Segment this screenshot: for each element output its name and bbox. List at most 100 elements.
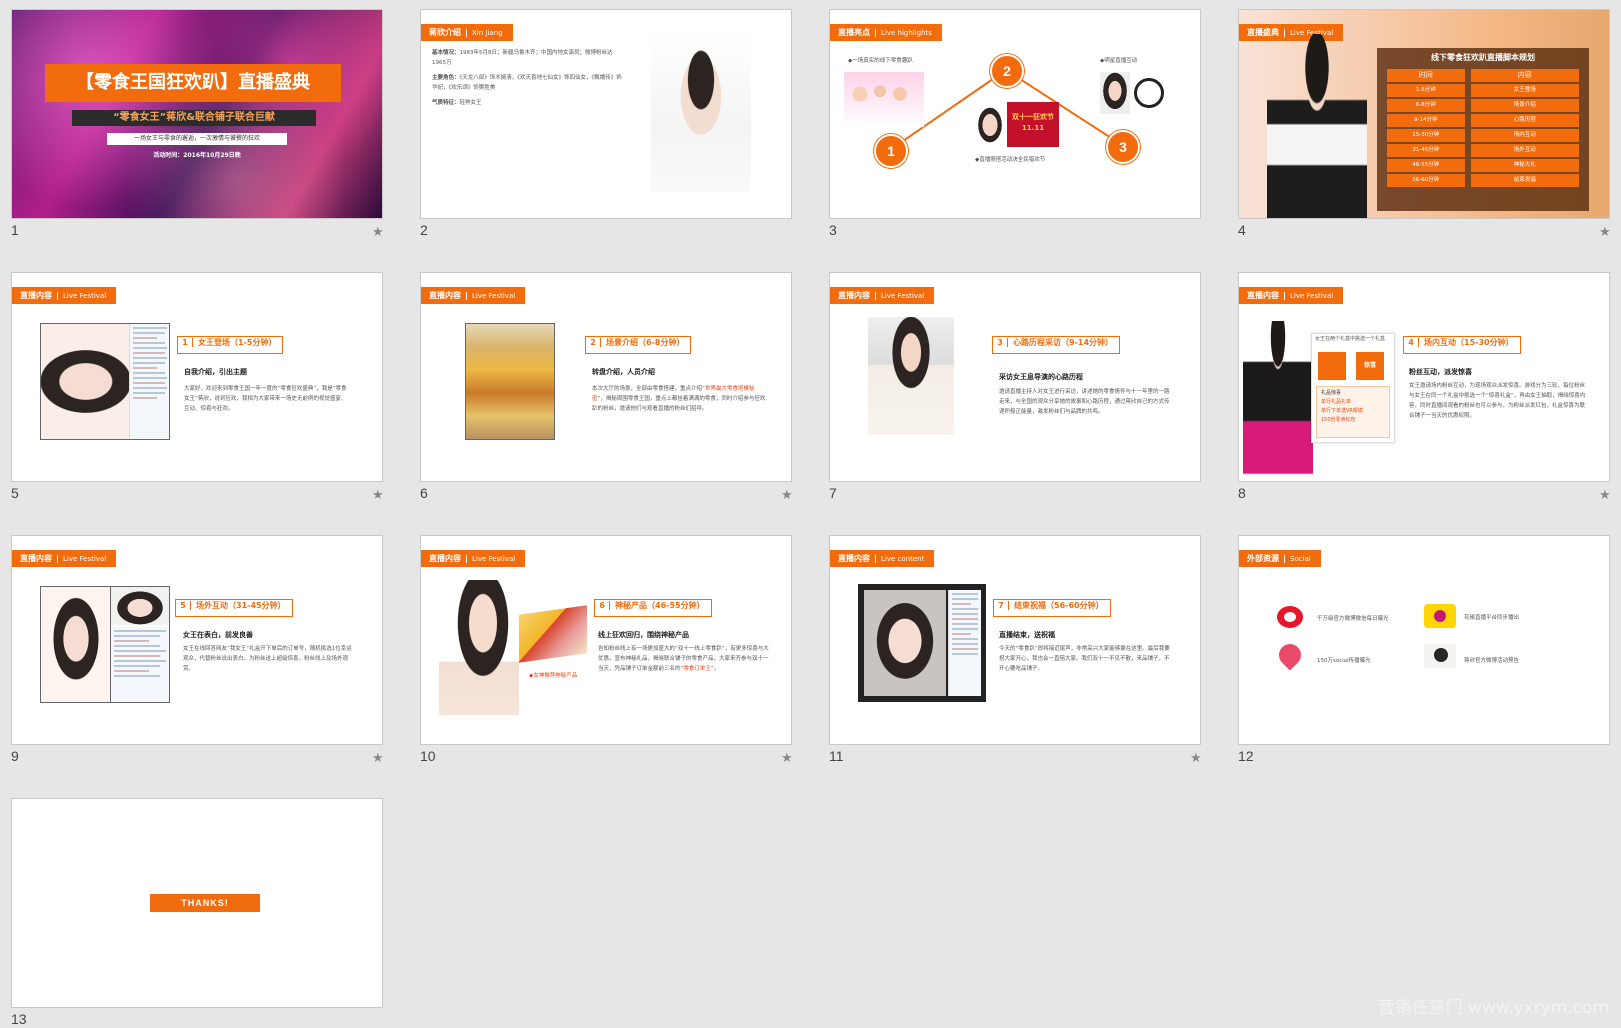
- step-circle-3: 3: [1106, 130, 1140, 164]
- resource-text: 150万social传播曝光: [1317, 658, 1371, 664]
- slide1-title-banner: 【零食王国狂欢趴】直播盛典: [45, 64, 341, 102]
- step-subtitle: 自我介绍，引出主题: [184, 368, 247, 376]
- step-label: 5 场外互动（31-45分钟）: [175, 599, 293, 617]
- star-icon[interactable]: ★: [781, 751, 793, 766]
- schedule-panel: 线下零食狂欢趴直播脚本规划 时间 1-5分钟 6-8分钟 9-14分钟 15-3…: [1377, 48, 1589, 211]
- slide-thumb-11[interactable]: 直播内容 Live content 7 结束祝福（56-60分钟） 直播结束，送祝福…: [829, 535, 1201, 745]
- step-label: 4 场内互动（15-30分钟）: [1403, 336, 1521, 354]
- step-subtitle: 线上狂欢回归，围绕神秘产品: [598, 631, 689, 639]
- slide-thumb-13[interactable]: THANKS!: [11, 798, 383, 1008]
- selfie-photo: [40, 586, 111, 703]
- host-photo: [1267, 34, 1367, 218]
- section-tag: 直播内容 Live Festival: [1239, 287, 1344, 304]
- schedule-col-content: 内容: [1470, 69, 1579, 82]
- gift-list-item: 单行下单送VR眼镜: [1321, 408, 1363, 414]
- slide-thumb-2[interactable]: 蒋欣介绍 Xin Jiang 基本情况：1983年5月8日；新疆乌鲁木齐；中国内地…: [420, 9, 792, 219]
- step-label: 1 女王登场（1-5分钟）: [177, 336, 284, 354]
- slide-number: 1: [11, 222, 19, 238]
- step-label: 3 心路历程采访（9-14分钟）: [992, 336, 1121, 354]
- slide-thumb-8[interactable]: 直播内容 Live Festival 女王在两个礼盒中挑选一个礼盒 惊喜 礼品惊喜…: [1238, 272, 1610, 482]
- slide-thumb-4[interactable]: 直播盛典 Live Festival 线下零食狂欢趴直播脚本规划 时间 1-5分钟…: [1238, 9, 1610, 219]
- watermark: 营销任意门 www.yxrym.com: [1377, 998, 1609, 1018]
- product-caption: ◆女神推荐神秘产品: [529, 673, 578, 679]
- schedule-content: 心路历程: [1470, 114, 1579, 127]
- star-icon[interactable]: ★: [372, 488, 384, 503]
- step-description: 告知粉丝线上有一场更加盛大的“双十一线上零食趴”，有更多惊喜与大优惠。宣布神秘礼…: [598, 646, 769, 672]
- gift-box-icon: 惊喜: [1356, 352, 1384, 380]
- section-tag: 直播内容 Live Festival: [421, 287, 526, 304]
- step-description: 邀请直播主持人对女王进行采访，讲述她的零食情怀与十一年里的一路走来，与全国的观众…: [999, 389, 1170, 415]
- schedule-content: 结束祝福: [1470, 174, 1579, 187]
- schedule-title: 线下零食狂欢趴直播脚本规划: [1431, 53, 1535, 62]
- star-icon[interactable]: ★: [781, 488, 793, 503]
- step-label: 6 神秘产品（46-55分钟）: [594, 599, 712, 617]
- slide-number: 2: [420, 222, 428, 238]
- schedule-time: 6-8分钟: [1387, 99, 1465, 112]
- step-label: 7 结束祝福（56-60分钟）: [993, 599, 1111, 617]
- slide-number: 9: [11, 748, 19, 764]
- star-icon[interactable]: ★: [1599, 225, 1611, 240]
- step-subtitle: 女王在表白，前发良善: [183, 631, 253, 639]
- star-icon[interactable]: ★: [1190, 751, 1202, 766]
- slide-number: 6: [420, 485, 428, 501]
- slide-number: 3: [829, 222, 837, 238]
- step-description: 女王邀请场内粉丝互动，为现场观众派发惊喜。游戏分为三轮，每位粉丝与女王在同一个礼…: [1409, 383, 1586, 419]
- slide-number: 12: [1238, 748, 1254, 764]
- section-tag: 直播内容 Live content: [830, 550, 935, 567]
- party-group-photo: [844, 72, 924, 127]
- host-photo: [1243, 321, 1313, 481]
- schedule-content: 场外互动: [1470, 144, 1579, 157]
- star-icon[interactable]: ★: [372, 751, 384, 766]
- chat-panel: [129, 324, 169, 439]
- gift-list-item: 150份零食红包: [1321, 417, 1356, 423]
- slide-thumb-1[interactable]: 【零食王国狂欢趴】直播盛典 “零食女王”蒋欣&联合铺子联合巨献 一场女王与零食的…: [11, 9, 383, 219]
- resource-text: 花椒直播平台同步播出: [1464, 615, 1520, 621]
- live-stream-screenshot: [40, 323, 170, 440]
- highlight-3-text: ◆直播照搭活动决全民猎欢节: [975, 157, 1046, 163]
- schedule-content: 神秘大礼: [1470, 159, 1579, 172]
- step-subtitle: 直播结束，送祝福: [999, 631, 1055, 639]
- slide1-subtitle: “零食女王”蒋欣&联合铺子联合巨献: [72, 110, 316, 126]
- slide-thumb-3[interactable]: 直播亮点 Live highlights ◆一场真实的线下零食趣趴 ◆明星直播互动…: [829, 9, 1201, 219]
- schedule-time: 31-45分钟: [1387, 144, 1465, 157]
- slide-number: 4: [1238, 222, 1246, 238]
- slide-thumb-12[interactable]: 外部资源 Social 千万级官方微博微信每日曝光 花椒直播平台同步播出 150万…: [1238, 535, 1610, 745]
- huajiao-icon: [1424, 604, 1456, 628]
- slide-thumb-6[interactable]: 直播内容 Live Festival 2 场景介绍（6-8分钟） 转盘介绍，人员介绍…: [420, 272, 792, 482]
- step-description: 女王在线回答网友“我女王”礼盒开下单后的订单号，随机挑选1位幸运观众，代替粉丝说…: [183, 646, 352, 672]
- star-icon[interactable]: ★: [372, 225, 384, 240]
- step-circle-2: 2: [990, 54, 1024, 88]
- section-tag: 直播内容 Live Festival: [12, 550, 117, 567]
- profile-temperament: 气质特征：轻熟女王: [432, 100, 482, 106]
- gift-card-title: 女王在两个礼盒中挑选一个礼盒: [1315, 336, 1386, 342]
- step-circle-1: 1: [874, 134, 908, 168]
- slide-thumb-5[interactable]: 直播内容 Live Festival 1 女王登场（1-5分钟） 自我介绍，引出主题…: [11, 272, 383, 482]
- live-stream-screenshot: [858, 584, 986, 702]
- streamer-photo: [1100, 72, 1130, 114]
- section-tag: 直播内容 Live Festival: [830, 287, 935, 304]
- schedule-content: 女王登场: [1470, 84, 1579, 97]
- section-tag: 蒋欣介绍 Xin Jiang: [421, 24, 513, 41]
- gift-box-icon: [1318, 352, 1346, 380]
- like-location-icon: [1274, 639, 1306, 671]
- resource-text: 千万级官方微博微信每日曝光: [1317, 616, 1389, 622]
- slide-thumb-7[interactable]: 直播内容 Live Festival 3 心路历程采访（9-14分钟） 采访女王息导…: [829, 272, 1201, 482]
- model-photo: [439, 580, 519, 715]
- interview-photo: [868, 317, 954, 435]
- face-photo: [975, 107, 1005, 147]
- section-tag: 直播内容 Live Festival: [421, 550, 526, 567]
- slide-number: 13: [11, 1011, 27, 1027]
- avatar-icon: [1424, 644, 1456, 668]
- schedule-content: 场景介绍: [1470, 99, 1579, 112]
- snack-tower-photo: [465, 323, 555, 440]
- gift-list: 礼品惊喜 单行礼品礼单 单行下单送VR眼镜 150份零食红包: [1316, 386, 1390, 438]
- slide-number: 10: [420, 748, 436, 764]
- gift-list-item: 礼品惊喜: [1321, 390, 1342, 396]
- slide-thumb-9[interactable]: 直播内容 Live Festival 5 场外互动（31-45分钟） 女王在表白，前…: [11, 535, 383, 745]
- section-tag: 外部资源 Social: [1239, 550, 1321, 567]
- star-icon[interactable]: ★: [1599, 488, 1611, 503]
- step-description: 今天的“零食趴”即将接近尾声，非常高兴大家能够聚在这里。最后我要祝大家开心，我也…: [999, 646, 1170, 672]
- slide-thumb-10[interactable]: 直播内容 Live Festival ◆女神推荐神秘产品 6 神秘产品（46-55分…: [420, 535, 792, 745]
- chat-panel: [948, 590, 981, 696]
- schedule-content: 场内互动: [1470, 129, 1579, 142]
